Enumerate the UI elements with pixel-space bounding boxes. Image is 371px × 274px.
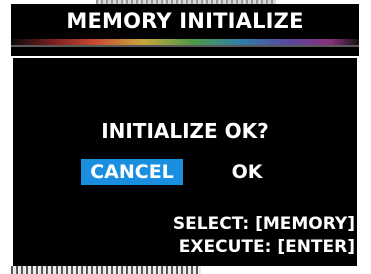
confirm-dialog: INITIALIZE OK? CANCEL OK SELECT: [MEMORY… [11,47,359,270]
cancel-button[interactable]: CANCEL [81,159,183,185]
menu-title-bar: MEMORY INITIALIZE [11,4,359,39]
menu-title: MEMORY INITIALIZE [66,9,304,33]
confirm-question: INITIALIZE OK? [101,119,269,143]
camera-menu-screen: MEMORY INITIALIZE INITIALIZE OK? CANCEL … [0,0,371,274]
cropped-bottom-edge [11,266,201,274]
select-hint: SELECT: [MEMORY] [172,214,355,234]
execute-hint: EXECUTE: [ENTER] [178,237,355,257]
ok-button[interactable]: OK [217,159,277,185]
